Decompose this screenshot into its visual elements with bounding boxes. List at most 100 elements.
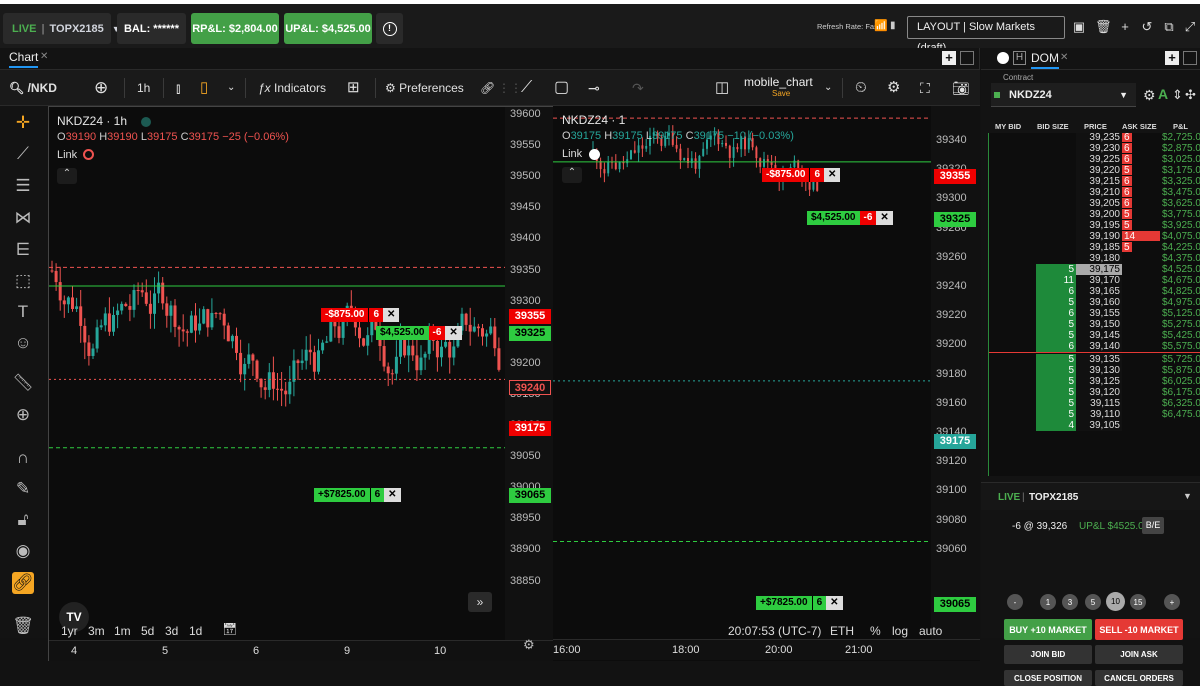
dom-row[interactable]: 39,2356 $2,725.00 bbox=[988, 133, 1200, 143]
lock-icon[interactable]: 🔓︎ bbox=[12, 509, 34, 531]
text-tool-icon[interactable]: T bbox=[12, 301, 34, 323]
shape-tool-icon[interactable]: ⬚ bbox=[12, 270, 34, 292]
qty-increase-button[interactable]: + bbox=[1164, 594, 1180, 610]
tab-dom[interactable]: DOM bbox=[1031, 51, 1059, 69]
collapse-icon[interactable]: ⌃ bbox=[57, 168, 77, 184]
position-label[interactable]: $4,525.00 -6 ✕ bbox=[807, 211, 893, 225]
breakeven-button[interactable]: B/E bbox=[1142, 517, 1164, 534]
price-axis[interactable]: 3960039550395003945039400393503930039250… bbox=[505, 107, 554, 640]
target-order-label[interactable]: +$7825.00 6 ✕ bbox=[756, 596, 843, 610]
settings-icon[interactable]: ⚙ bbox=[887, 78, 900, 98]
expand-icon[interactable]: ✣ bbox=[1185, 87, 1196, 103]
trendline-icon[interactable]: ⟋ bbox=[521, 78, 532, 98]
buy-market-button[interactable]: BUY +10 MARKET bbox=[1004, 619, 1092, 640]
dom-row[interactable]: 539,145 $5,425.00 bbox=[988, 330, 1200, 341]
close-icon[interactable]: ✕ bbox=[445, 326, 462, 340]
window-icon[interactable]: ⧉ bbox=[1162, 20, 1176, 34]
qty-5-button[interactable]: 5 bbox=[1085, 594, 1101, 610]
drag-handle-icon[interactable]: ⋮⋮ bbox=[498, 78, 522, 98]
add-panel-icon[interactable]: + bbox=[1165, 51, 1179, 65]
add-panel-icon[interactable]: + bbox=[942, 51, 956, 65]
range-1m[interactable]: 1m bbox=[114, 624, 131, 638]
fullscreen-icon[interactable]: ⛶ bbox=[920, 78, 930, 98]
settings-icon[interactable]: ⚙ bbox=[1143, 87, 1156, 104]
sort-icon[interactable]: ⇕ bbox=[1172, 87, 1183, 103]
range-1yr[interactable]: 1yr bbox=[61, 624, 78, 638]
dom-row[interactable]: 539,135 $5,725.00 bbox=[988, 354, 1200, 365]
stop-order-label[interactable]: -$875.00 6 ✕ bbox=[321, 308, 400, 322]
close-icon[interactable]: ✕ bbox=[824, 168, 841, 182]
candles-icon[interactable]: ▯ bbox=[200, 78, 208, 98]
dom-row[interactable]: 39,2156 $3,325.00 bbox=[988, 176, 1200, 187]
join-ask-button[interactable]: JOIN ASK bbox=[1095, 645, 1183, 664]
qty-decrease-button[interactable]: - bbox=[1007, 594, 1023, 610]
scroll-right-icon[interactable]: » bbox=[468, 592, 492, 612]
chart-hourly[interactable]: NKDZ24 · 1h O39190 H39190 L39175 C39175 … bbox=[48, 106, 554, 661]
dom-row[interactable]: 539,160 $4,975.00 bbox=[988, 297, 1200, 308]
dom-row[interactable]: 39,180 $4,375.00 bbox=[988, 253, 1200, 264]
link-icon[interactable]: 🔗︎ bbox=[12, 572, 34, 594]
tab-chart[interactable]: Chart bbox=[9, 50, 39, 68]
font-size-icon[interactable]: A bbox=[1158, 86, 1168, 102]
position-label[interactable]: $4,525.00 -6 ✕ bbox=[376, 326, 462, 340]
line-tool-icon[interactable]: ⟋ bbox=[12, 143, 34, 165]
dom-row[interactable]: 539,115 $6,325.00 bbox=[988, 398, 1200, 409]
interval-button[interactable]: 1h bbox=[137, 78, 150, 98]
dom-row[interactable]: 4 39,105 bbox=[988, 420, 1200, 431]
close-icon[interactable]: ✕ bbox=[384, 488, 401, 502]
panel-layout-icon[interactable]: ◫ bbox=[715, 78, 729, 98]
dom-row[interactable]: 539,150 $5,275.00 bbox=[988, 319, 1200, 330]
dom-row[interactable]: 39,1855 $4,225.00 bbox=[988, 242, 1200, 253]
emoji-icon[interactable]: ☺ bbox=[12, 332, 34, 354]
layout-name[interactable]: mobile_chart bbox=[744, 75, 813, 89]
settings-icon[interactable]: ⚙ bbox=[523, 637, 535, 653]
info-button[interactable]: ! bbox=[376, 13, 403, 44]
horizontal-line-icon[interactable]: ⊸ bbox=[588, 78, 600, 98]
candles-plot[interactable] bbox=[553, 106, 931, 639]
crosshair-icon[interactable]: ✛ bbox=[12, 112, 34, 134]
dom-ladder[interactable]: 39,2356$2,725.0039,2306$2,875.0039,2256$… bbox=[988, 133, 1200, 476]
h-icon[interactable]: H bbox=[1013, 51, 1026, 65]
save-icon[interactable]: ▣ bbox=[1072, 20, 1086, 34]
dom-row[interactable]: 539,125 $6,025.00 bbox=[988, 376, 1200, 387]
dom-row[interactable]: 39,2005 $3,775.00 bbox=[988, 209, 1200, 220]
dom-row[interactable]: 39,2306 $2,875.00 bbox=[988, 143, 1200, 154]
link-icon[interactable]: 🔗︎ bbox=[480, 78, 495, 98]
alert-icon[interactable]: ⏲ bbox=[855, 78, 867, 98]
undo-icon[interactable]: ↺ bbox=[1140, 20, 1154, 34]
dom-row[interactable]: 39,2205 $3,175.00 bbox=[988, 165, 1200, 176]
sell-market-button[interactable]: SELL -10 MARKET bbox=[1095, 619, 1183, 640]
qty-1-button[interactable]: 1 bbox=[1040, 594, 1056, 610]
maximize-icon[interactable] bbox=[960, 51, 974, 65]
unlink-icon[interactable] bbox=[83, 149, 94, 160]
maximize-icon[interactable] bbox=[1183, 51, 1197, 65]
session-label[interactable]: ETH bbox=[830, 624, 854, 638]
symbol-search[interactable]: 🔍︎ /NKD bbox=[9, 78, 57, 98]
candles-plot[interactable] bbox=[49, 107, 505, 640]
dom-row[interactable]: 39,19014 $4,075.00 bbox=[988, 231, 1200, 242]
ruler-icon[interactable]: 📏︎ bbox=[12, 372, 34, 394]
qty-15-button[interactable]: 15 bbox=[1130, 594, 1146, 610]
calendar-icon[interactable]: 📅︎ bbox=[222, 622, 237, 636]
trash-icon[interactable]: 🗑 bbox=[12, 615, 34, 637]
chevron-down-icon[interactable]: ⌄ bbox=[824, 78, 832, 98]
dom-row[interactable]: 639,165 $4,825.00 bbox=[988, 286, 1200, 297]
add-icon[interactable]: + bbox=[1118, 20, 1132, 34]
dom-row[interactable]: 39,1955 $3,925.00 bbox=[988, 220, 1200, 231]
dom-row[interactable]: 39,2256 $3,025.00 bbox=[988, 154, 1200, 165]
redo-icon[interactable]: ↷ bbox=[632, 78, 644, 98]
stop-order-label[interactable]: -$875.00 6 ✕ bbox=[762, 168, 841, 182]
pattern-tool-icon[interactable]: ⋈ bbox=[12, 207, 34, 229]
log-toggle[interactable]: log bbox=[892, 624, 908, 638]
chart-minute[interactable]: NKDZ24 · 1 O39175 H39175 L39175 C39175 −… bbox=[553, 106, 980, 661]
rectangle-icon[interactable]: ▢ bbox=[554, 78, 569, 98]
close-icon[interactable]: ✕ bbox=[40, 51, 48, 62]
close-icon[interactable]: ✕ bbox=[1060, 52, 1068, 63]
eye-icon[interactable]: ◉ bbox=[12, 540, 34, 562]
fullscreen-icon[interactable]: ⤢ bbox=[1183, 20, 1197, 34]
auto-toggle[interactable]: auto bbox=[919, 624, 942, 638]
trash-icon[interactable]: 🗑 bbox=[1095, 20, 1112, 34]
time-axis[interactable]: 16:00 18:00 20:00 21:00 bbox=[553, 639, 980, 660]
dom-row[interactable]: 639,155 $5,125.00 bbox=[988, 308, 1200, 319]
dom-row[interactable]: 539,175 $4,525.00 bbox=[988, 264, 1200, 275]
